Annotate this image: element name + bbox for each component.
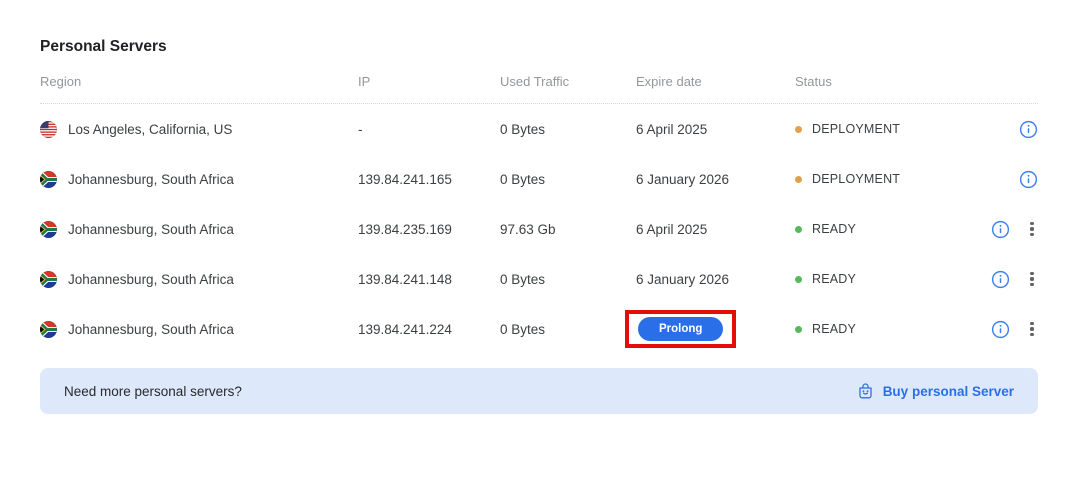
used-traffic-value: 0 Bytes	[500, 322, 636, 337]
table-body: Los Angeles, California, US - 0 Bytes 6 …	[40, 104, 1038, 354]
expire-cell: Prolong	[636, 310, 795, 348]
status-label: READY	[812, 272, 856, 286]
used-traffic-value: 0 Bytes	[500, 272, 636, 287]
table-row: Johannesburg, South Africa 139.84.241.22…	[40, 304, 1038, 354]
column-header-ip: IP	[358, 74, 500, 89]
expire-date-value: 6 April 2025	[636, 122, 707, 137]
region-label: Johannesburg, South Africa	[68, 172, 234, 187]
expire-date-value: 6 January 2026	[636, 272, 729, 287]
column-header-region: Region	[40, 74, 358, 89]
region-label: Los Angeles, California, US	[68, 122, 232, 137]
used-traffic-value: 0 Bytes	[500, 172, 636, 187]
used-traffic-value: 97.63 Gb	[500, 222, 636, 237]
status-dot	[795, 226, 802, 233]
ip-value: 139.84.241.165	[358, 172, 500, 187]
info-icon[interactable]	[991, 320, 1010, 339]
za-flag-icon	[40, 321, 57, 338]
status-label: READY	[812, 222, 856, 236]
region-cell: Los Angeles, California, US	[40, 121, 358, 138]
za-flag-icon	[40, 221, 57, 238]
column-header-used-traffic: Used Traffic	[500, 74, 636, 89]
ip-value: -	[358, 122, 500, 137]
status-label: DEPLOYMENT	[812, 172, 900, 186]
info-icon[interactable]	[1019, 170, 1038, 189]
personal-servers-panel: Personal Servers Region IP Used Traffic …	[0, 36, 1078, 414]
status-dot	[795, 326, 802, 333]
buy-personal-server-label: Buy personal Server	[883, 384, 1014, 399]
banner-question: Need more personal servers?	[64, 384, 242, 399]
region-cell: Johannesburg, South Africa	[40, 221, 358, 238]
column-header-expire-date: Expire date	[636, 74, 795, 89]
expire-date-value: 6 January 2026	[636, 172, 729, 187]
kebab-menu-icon[interactable]	[1026, 222, 1038, 237]
table-header: Region IP Used Traffic Expire date Statu…	[40, 74, 1038, 104]
shopping-bag-icon	[857, 382, 874, 400]
info-icon[interactable]	[1019, 120, 1038, 139]
expire-date-value: 6 April 2025	[636, 222, 707, 237]
status-cell: READY	[795, 322, 948, 336]
row-actions	[948, 270, 1038, 289]
region-cell: Johannesburg, South Africa	[40, 321, 358, 338]
ip-value: 139.84.241.148	[358, 272, 500, 287]
expire-cell: 6 January 2026	[636, 272, 795, 287]
info-icon[interactable]	[991, 270, 1010, 289]
table-row: Los Angeles, California, US - 0 Bytes 6 …	[40, 104, 1038, 154]
expire-cell: 6 January 2026	[636, 172, 795, 187]
row-actions	[948, 320, 1038, 339]
annotation-highlight-box: Prolong	[625, 310, 736, 348]
status-dot	[795, 176, 802, 183]
region-label: Johannesburg, South Africa	[68, 222, 234, 237]
region-cell: Johannesburg, South Africa	[40, 171, 358, 188]
row-actions	[948, 170, 1038, 189]
status-cell: READY	[795, 272, 948, 286]
region-cell: Johannesburg, South Africa	[40, 271, 358, 288]
expire-cell: 6 April 2025	[636, 222, 795, 237]
column-header-status: Status	[795, 74, 948, 89]
us-flag-icon	[40, 121, 57, 138]
table-row: Johannesburg, South Africa 139.84.241.14…	[40, 254, 1038, 304]
buy-personal-server-button[interactable]: Buy personal Server	[857, 382, 1014, 400]
za-flag-icon	[40, 171, 57, 188]
status-label: READY	[812, 322, 856, 336]
status-cell: DEPLOYMENT	[795, 122, 948, 136]
table-row: Johannesburg, South Africa 139.84.235.16…	[40, 204, 1038, 254]
za-flag-icon	[40, 271, 57, 288]
row-actions	[948, 220, 1038, 239]
ip-value: 139.84.235.169	[358, 222, 500, 237]
info-icon[interactable]	[991, 220, 1010, 239]
kebab-menu-icon[interactable]	[1026, 322, 1038, 337]
expire-cell: 6 April 2025	[636, 122, 795, 137]
status-label: DEPLOYMENT	[812, 122, 900, 136]
region-label: Johannesburg, South Africa	[68, 322, 234, 337]
buy-more-banner: Need more personal servers? Buy personal…	[40, 368, 1038, 414]
kebab-menu-icon[interactable]	[1026, 272, 1038, 287]
page-title: Personal Servers	[40, 36, 1038, 58]
status-cell: DEPLOYMENT	[795, 172, 948, 186]
row-actions	[948, 120, 1038, 139]
region-label: Johannesburg, South Africa	[68, 272, 234, 287]
status-cell: READY	[795, 222, 948, 236]
status-dot	[795, 126, 802, 133]
used-traffic-value: 0 Bytes	[500, 122, 636, 137]
table-row: Johannesburg, South Africa 139.84.241.16…	[40, 154, 1038, 204]
status-dot	[795, 276, 802, 283]
ip-value: 139.84.241.224	[358, 322, 500, 337]
prolong-button[interactable]: Prolong	[638, 317, 723, 341]
